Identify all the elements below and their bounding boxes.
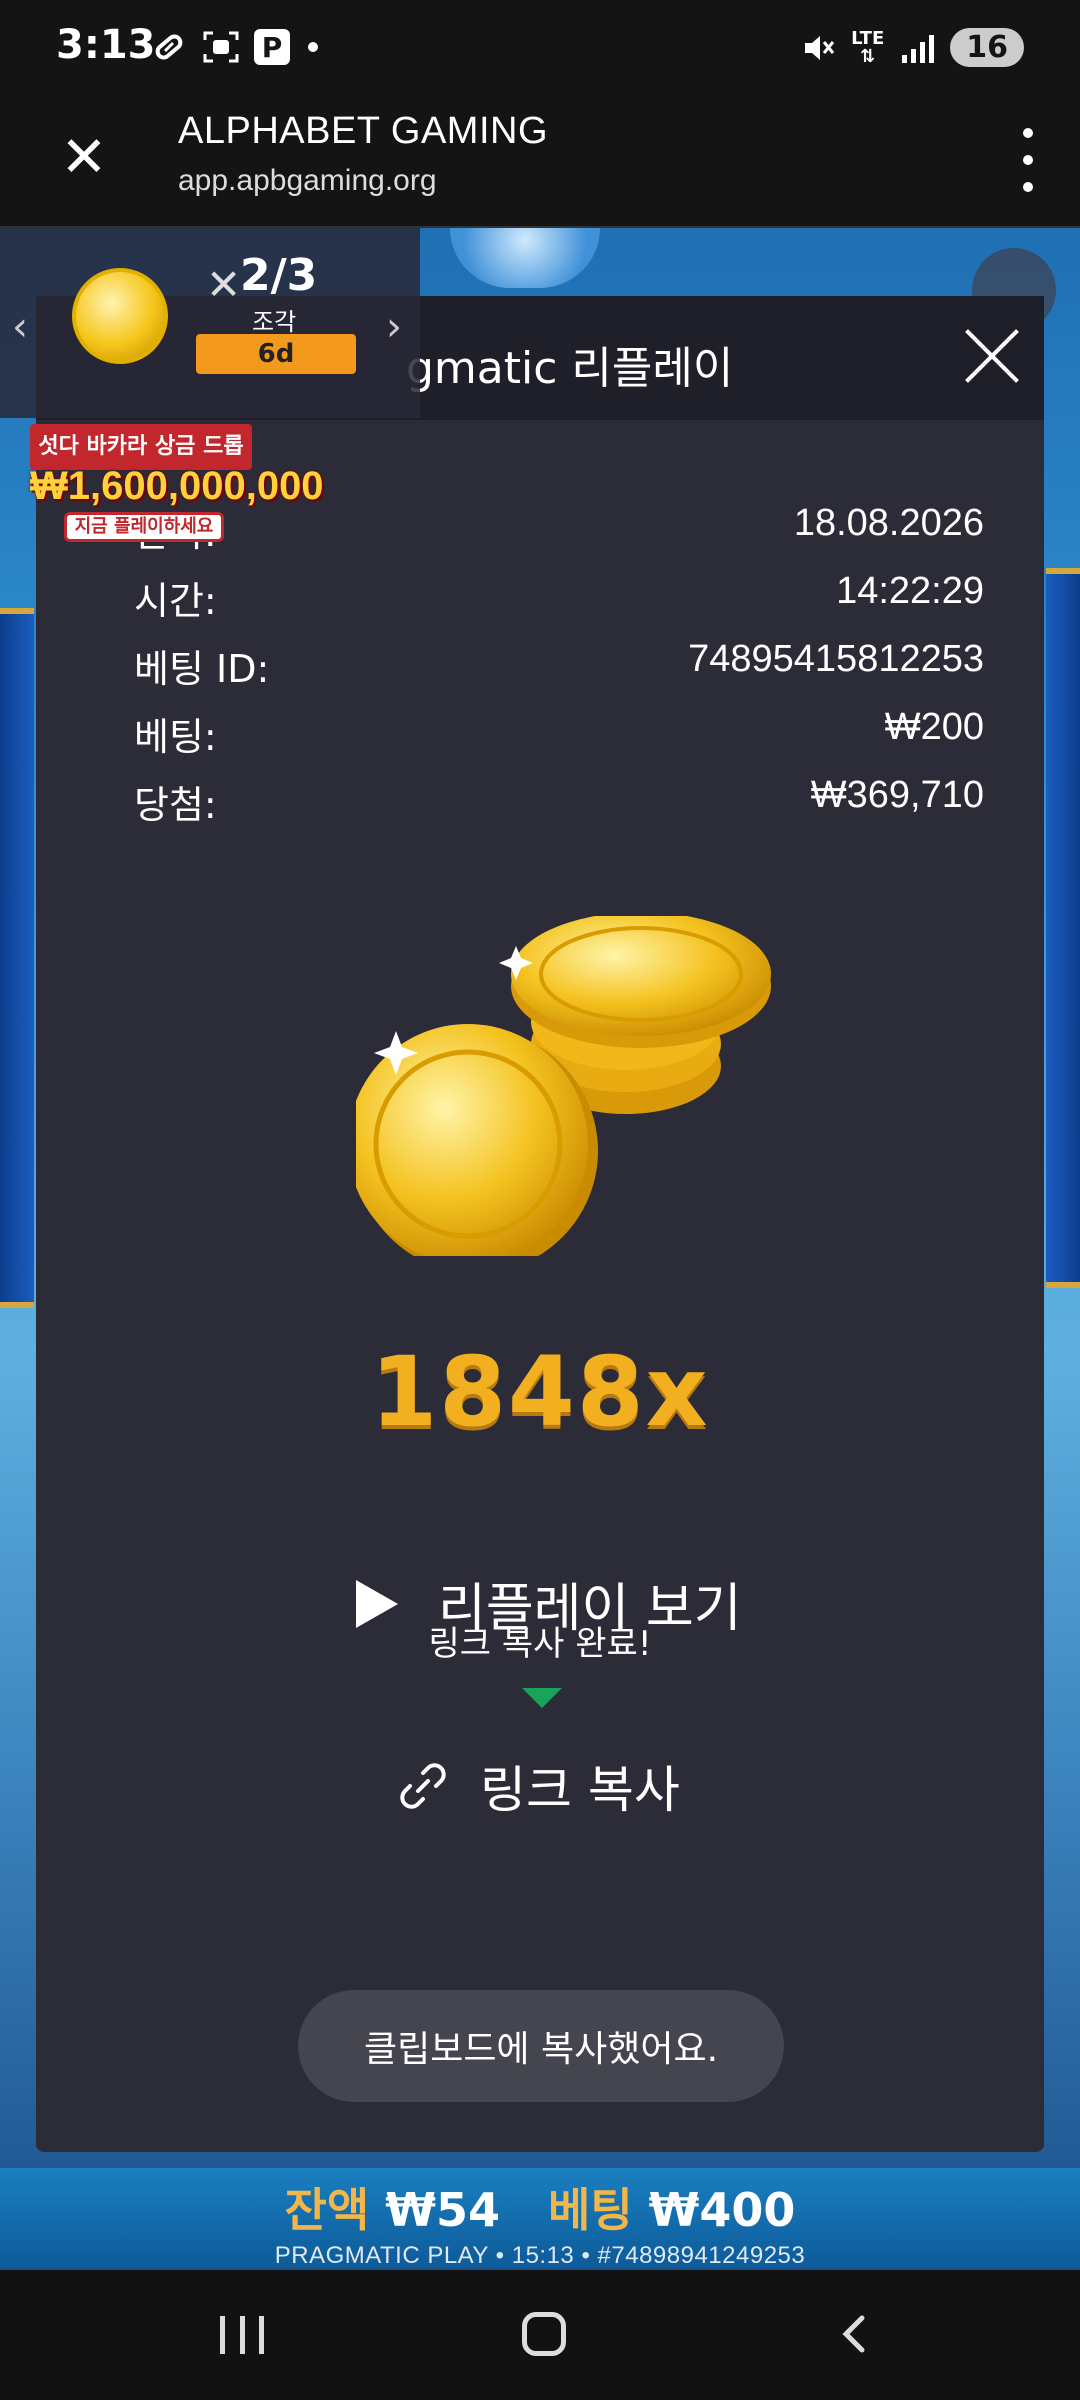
more-options-icon[interactable] bbox=[1018, 128, 1038, 192]
dot-icon bbox=[308, 42, 318, 52]
promo-amount: ₩1,600,000,000 bbox=[30, 464, 324, 508]
chevron-right-icon[interactable]: › bbox=[386, 304, 402, 350]
screenshot-icon bbox=[202, 28, 240, 66]
replay-panel: gmatic 리플레이 날짜: 18.08.2026 시간: 14:22:29 … bbox=[36, 296, 1044, 2152]
promo-piece-label: 조각 bbox=[252, 308, 297, 336]
bet-info-list: 날짜: 18.08.2026 시간: 14:22:29 베팅 ID: 74895… bbox=[134, 502, 984, 842]
game-left-frame bbox=[0, 608, 34, 1308]
promo-days-badge: 6d bbox=[196, 334, 356, 374]
copy-link-button[interactable]: 링크 복사 bbox=[396, 1750, 680, 1822]
info-value: 74895415812253 bbox=[688, 638, 984, 680]
status-system-icons: LTE ⇅ 16 bbox=[799, 28, 1024, 67]
lte-icon: LTE ⇅ bbox=[851, 27, 885, 67]
info-value: ₩369,710 bbox=[810, 774, 984, 816]
copy-link-label: 링크 복사 bbox=[480, 1761, 680, 1819]
promo-widget[interactable]: ‹ › ✕ 2/3 조각 6d 섯다 바카라 상금 드롭 ₩1,600,000,… bbox=[0, 228, 420, 542]
chevron-left-icon[interactable]: ‹ bbox=[12, 304, 28, 350]
info-value: 14:22:29 bbox=[836, 570, 984, 612]
info-row-time: 시간: 14:22:29 bbox=[134, 570, 984, 638]
balance-label: 잔액 bbox=[284, 2183, 370, 2237]
copy-success-tooltip: 링크 복사 완료! bbox=[428, 1624, 652, 1664]
home-icon[interactable] bbox=[522, 2312, 566, 2356]
promo-progress: 2/3 bbox=[240, 250, 318, 301]
info-row-bet-id: 베팅 ID: 74895415812253 bbox=[134, 638, 984, 706]
info-label: 당첨: bbox=[134, 783, 217, 827]
close-icon[interactable] bbox=[960, 324, 1024, 388]
info-value: ₩200 bbox=[884, 706, 984, 748]
win-multiplier: 1848x bbox=[370, 1336, 710, 1448]
battery-indicator: 16 bbox=[950, 28, 1024, 67]
page-url[interactable]: app.apbgaming.org bbox=[178, 164, 437, 198]
promo-card bbox=[0, 228, 420, 418]
promo-close-icon[interactable]: ✕ bbox=[206, 260, 241, 309]
info-label: 베팅: bbox=[134, 715, 217, 759]
info-label: 베팅 ID: bbox=[134, 647, 270, 691]
bet-value: ₩400 bbox=[648, 2183, 796, 2237]
replay-panel-title: gmatic 리플레이 bbox=[406, 343, 734, 394]
status-bar: 3:13 P LTE ⇅ 16 bbox=[0, 0, 1080, 100]
clipboard-toast: 클립보드에 복사했어요. bbox=[298, 1990, 784, 2102]
link-icon bbox=[400, 1763, 446, 1809]
game-footer-info: PRAGMATIC PLAY • 15:13 • #74898941249253 bbox=[274, 2242, 806, 2269]
recent-apps-icon[interactable] bbox=[220, 2316, 264, 2354]
game-status-bar: 잔액 ₩54 베팅 ₩400 PRAGMATIC PLAY • 15:13 • … bbox=[0, 2168, 1080, 2269]
page-title: ALPHABET GAMING bbox=[178, 110, 549, 152]
bet-label: 베팅 bbox=[548, 2183, 633, 2237]
game-crown-ornament bbox=[450, 228, 600, 288]
close-icon[interactable]: ✕ bbox=[52, 126, 116, 190]
system-nav-bar bbox=[0, 2270, 1080, 2400]
balance-value: ₩54 bbox=[385, 2183, 500, 2237]
game-right-frame bbox=[1046, 568, 1080, 1288]
info-row-bet: 베팅: ₩200 bbox=[134, 706, 984, 774]
info-value: 18.08.2026 bbox=[793, 502, 984, 544]
status-notification-icons: P bbox=[150, 28, 318, 66]
gold-coins-icon bbox=[356, 916, 771, 1256]
custom-tab-header: ✕ ALPHABET GAMING app.apbgaming.org bbox=[0, 100, 1080, 228]
back-icon[interactable] bbox=[834, 2314, 874, 2354]
pill-icon bbox=[150, 28, 188, 66]
parking-icon: P bbox=[254, 29, 290, 65]
info-label: 시간: bbox=[134, 579, 217, 623]
status-time: 3:13 bbox=[56, 22, 156, 68]
info-row-win: 당첨: ₩369,710 bbox=[134, 774, 984, 842]
signal-icon bbox=[898, 29, 936, 67]
promo-coin-icon bbox=[72, 268, 168, 364]
mute-icon bbox=[799, 29, 837, 67]
tooltip-arrow bbox=[522, 1688, 562, 1708]
promo-play-now-button[interactable]: 지금 플레이하세요 bbox=[64, 512, 224, 542]
